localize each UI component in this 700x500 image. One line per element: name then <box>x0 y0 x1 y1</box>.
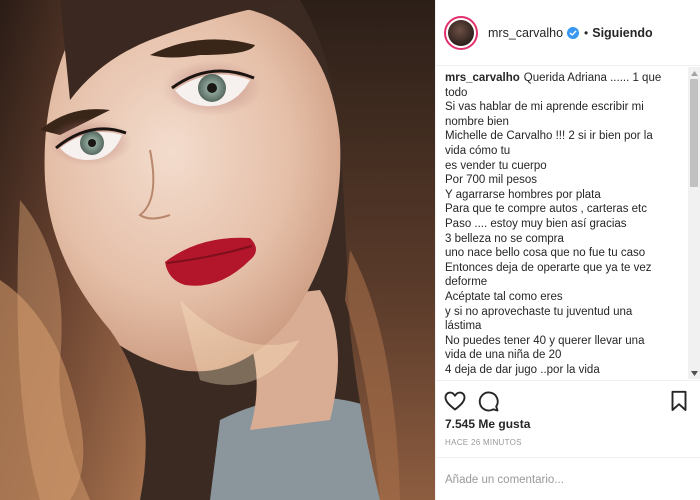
caption-line: Para que te compre autos , carteras etc <box>445 203 647 216</box>
caption-scroll-area[interactable]: mrs_carvalho Querida Adriana ...... 1 que… <box>436 67 700 379</box>
caption-line: Y agarrarse hombres por plata <box>445 188 601 201</box>
post-photo[interactable] <box>0 0 435 500</box>
caption-line: es vender tu cuerpo <box>445 159 547 172</box>
caption-line: vida cómo tu <box>445 144 511 157</box>
caption-line: todo <box>445 86 468 99</box>
caption-line: 4 deja de dar jugo ..por la vida <box>445 363 600 376</box>
caption-line: mrs_carvalho Querida Adriana ...... 1 que <box>445 71 685 86</box>
likes-count[interactable]: 7.545 Me gusta <box>445 417 530 431</box>
scroll-down-arrow-icon[interactable] <box>688 368 700 378</box>
verified-badge-icon <box>567 26 580 39</box>
caption-line: Acéptate tal como eres <box>445 290 563 303</box>
caption-line: uno nace bello cosa que no fue tu caso <box>445 247 646 260</box>
caption-line: y si no aprovechaste tu juventud una <box>445 305 633 318</box>
instagram-post: mrs_carvalho • Siguiendo mrs_carvalho Que… <box>0 0 700 500</box>
avatar[interactable] <box>444 15 478 50</box>
caption-line: Por 700 mil pesos <box>445 174 538 187</box>
comment-input[interactable] <box>445 470 685 490</box>
scroll-up-arrow-icon[interactable] <box>688 68 700 78</box>
caption-line: Michelle de Carvalho !!! 2 si ir bien po… <box>445 130 653 143</box>
caption-line: nombre bien <box>445 115 509 128</box>
caption-scrollbar[interactable] <box>688 67 700 379</box>
header-username[interactable]: mrs_carvalho <box>488 26 563 40</box>
caption-line: Si vas hablar de mi aprende escribir mi <box>445 101 644 114</box>
comment-row <box>436 457 700 500</box>
post-side-panel: mrs_carvalho • Siguiendo mrs_carvalho Que… <box>435 0 700 500</box>
comment-bubble-icon[interactable] <box>476 389 500 413</box>
following-button[interactable]: Siguiendo <box>592 26 652 40</box>
caption-line: vida de una niña de 20 <box>445 349 562 362</box>
caption-line: Paso .... estoy muy bien así gracias <box>445 217 627 230</box>
heart-icon[interactable] <box>443 389 467 413</box>
post-caption: mrs_carvalho Querida Adriana ...... 1 que… <box>445 71 685 377</box>
caption-username[interactable]: mrs_carvalho <box>445 72 520 84</box>
post-timestamp[interactable]: HACE 26 MINUTOS <box>445 438 522 447</box>
caption-line: No puedes tener 40 y querer llevar una <box>445 334 645 347</box>
caption-line: deforme <box>445 276 488 289</box>
caption-line: Entonces deja de operarte que ya te vez <box>445 261 652 274</box>
caption-line: 3 belleza no se compra <box>445 232 564 245</box>
post-header: mrs_carvalho • Siguiendo <box>436 0 700 66</box>
post-actions: 7.545 Me gusta HACE 26 MINUTOS <box>436 380 700 500</box>
bookmark-icon[interactable] <box>667 389 691 413</box>
selfie-illustration <box>0 0 435 500</box>
caption-line: lástima <box>445 320 482 333</box>
avatar-image <box>448 19 474 46</box>
header-separator: • <box>584 25 589 40</box>
scrollbar-thumb[interactable] <box>690 79 698 187</box>
caption-text: Querida Adriana ...... 1 que <box>523 72 662 84</box>
